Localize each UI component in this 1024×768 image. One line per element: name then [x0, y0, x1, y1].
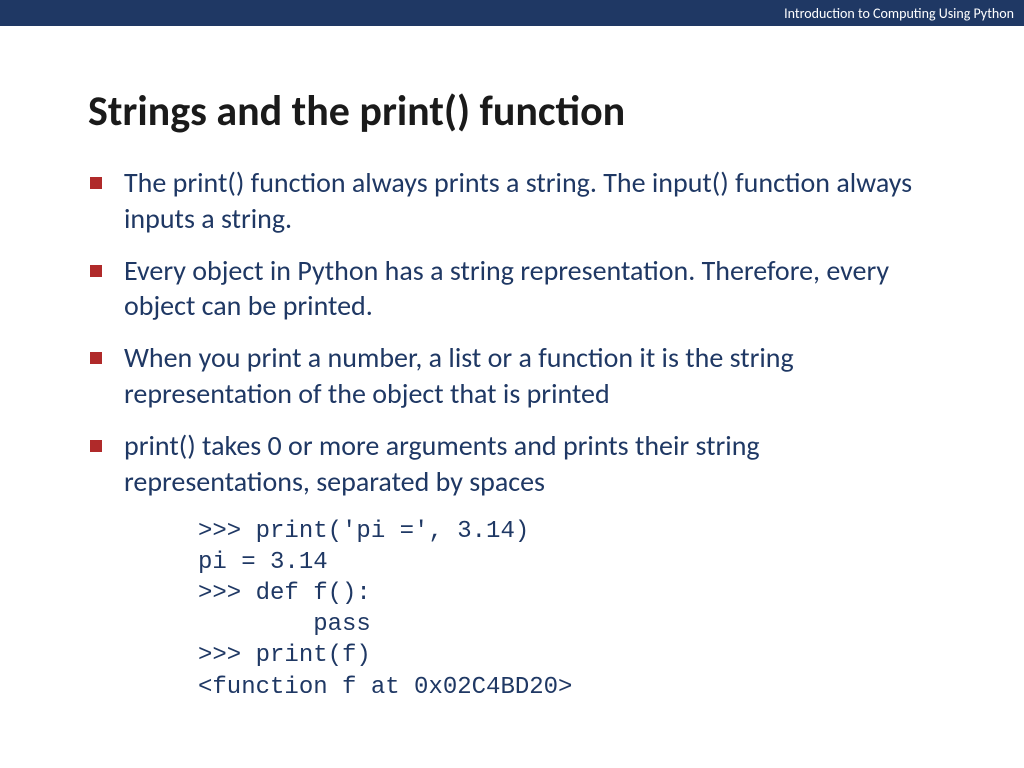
bullet-item: When you print a number, a list or a fun…	[88, 340, 936, 412]
slide-title: Strings and the print() function	[88, 86, 936, 137]
bullet-item: print() takes 0 or more arguments and pr…	[88, 428, 936, 500]
course-label: Introduction to Computing Using Python	[784, 5, 1014, 22]
code-block: >>> print('pi =', 3.14) pi = 3.14 >>> de…	[198, 516, 936, 703]
header-bar: Introduction to Computing Using Python	[0, 0, 1024, 26]
bullet-item: Every object in Python has a string repr…	[88, 253, 936, 325]
slide-content: Strings and the print() function The pri…	[0, 26, 1024, 703]
bullet-item: The print() function always prints a str…	[88, 165, 936, 237]
bullet-list: The print() function always prints a str…	[88, 165, 936, 500]
